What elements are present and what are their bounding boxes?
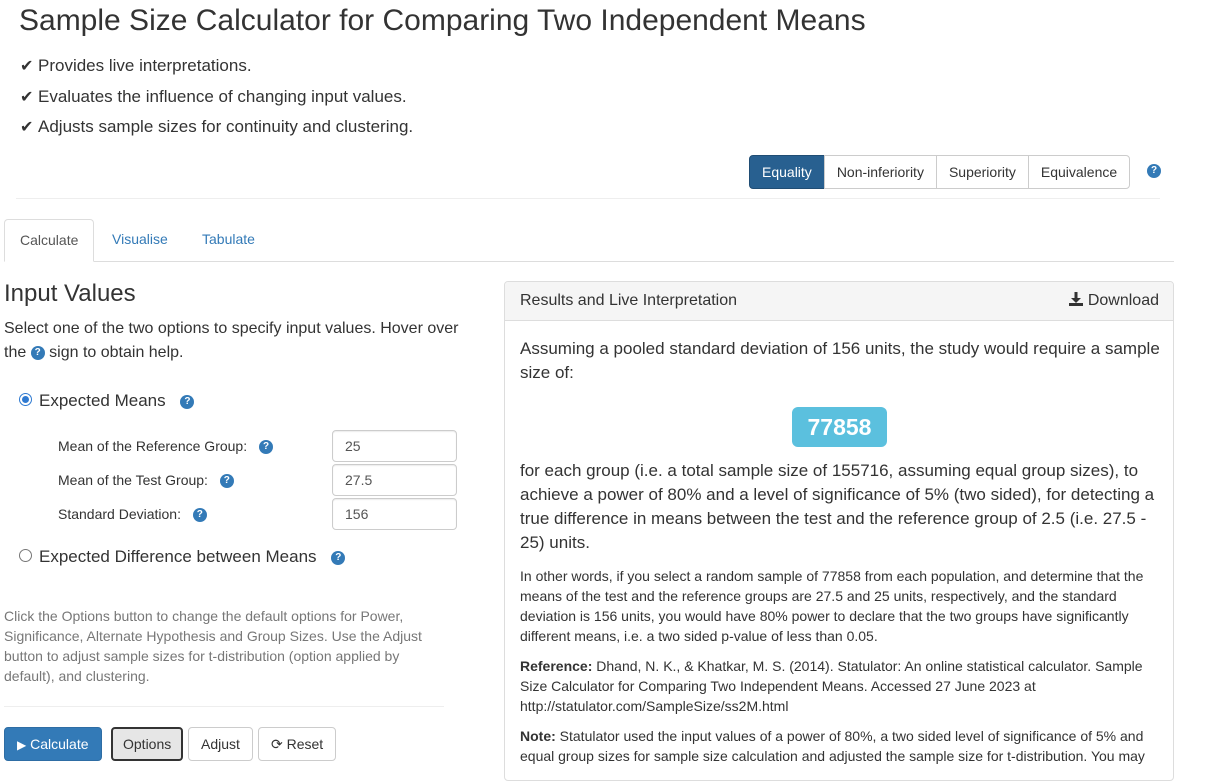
adjust-button[interactable]: Adjust: [188, 727, 253, 761]
feature-item: ✔ Provides live interpretations.: [20, 51, 413, 82]
results-panel-header: Results and Live Interpretation Download: [505, 282, 1173, 321]
radio-icon[interactable]: [19, 549, 32, 563]
feature-item: ✔ Adjusts sample sizes for continuity and…: [20, 112, 413, 143]
results-other-words: In other words, if you select a random s…: [520, 568, 1144, 644]
tab-calculate[interactable]: Calculate: [4, 219, 95, 262]
tab-tabulate[interactable]: Tabulate: [187, 219, 270, 260]
options-button[interactable]: Options: [111, 727, 184, 761]
reset-button[interactable]: ⟳ Reset: [258, 727, 337, 761]
results-reference: Reference: Dhand, N. K., & Khatkar, M. S…: [520, 656, 1160, 716]
download-label: Download: [1087, 292, 1159, 309]
check-icon: ✔: [20, 58, 34, 75]
feature-text: Evaluates the influence of changing inpu…: [38, 86, 407, 106]
download-icon: [1069, 292, 1084, 306]
sample-size-badge: 77858: [792, 407, 887, 447]
input-instructions: Select one of the two options to specify…: [4, 317, 474, 365]
play-icon: ▶: [17, 738, 27, 752]
results-title: Results and Live Interpretation: [520, 292, 738, 309]
expected-means-label: Expected Means: [39, 391, 166, 410]
feature-item: ✔ Evaluates the influence of changing inp…: [20, 82, 413, 113]
reference-label: Reference:: [520, 658, 593, 674]
download-button[interactable]: Download: [1069, 292, 1159, 310]
results-intro: Assuming a pooled standard deviation of …: [520, 339, 1160, 382]
test-mean-label-text: Mean of the Test Group:: [58, 472, 208, 488]
expected-difference-label: Expected Difference between Means: [39, 547, 317, 566]
divider: [16, 198, 1160, 199]
help-icon[interactable]: ?: [331, 550, 346, 565]
test-mean-label: Mean of the Test Group: ?: [58, 472, 234, 489]
results-interpretation: for each group (i.e. a total sample size…: [520, 461, 1155, 552]
test-mean-input[interactable]: [332, 464, 457, 496]
standard-deviation-input[interactable]: [332, 498, 457, 530]
standard-deviation-label-text: Standard Deviation:: [58, 506, 181, 522]
note-text: Statulator used the input values of a po…: [520, 728, 1145, 764]
equality-button[interactable]: Equality: [749, 155, 825, 189]
radio-icon[interactable]: [19, 393, 32, 407]
help-icon: ?: [30, 345, 45, 360]
instructions-text-end: sign to obtain help.: [49, 344, 184, 361]
help-icon[interactable]: ?: [192, 508, 207, 523]
help-icon[interactable]: ?: [180, 394, 195, 409]
check-icon: ✔: [20, 119, 34, 136]
input-values-title: Input Values: [4, 280, 136, 307]
help-icon[interactable]: ?: [1147, 164, 1161, 178]
results-panel: Results and Live Interpretation Download…: [504, 281, 1174, 781]
feature-text: Provides live interpretations.: [38, 56, 252, 75]
help-icon[interactable]: ?: [259, 440, 273, 455]
reference-mean-label: Mean of the Reference Group: ?: [58, 438, 273, 455]
refresh-icon: ⟳: [271, 736, 283, 752]
hypothesis-type-group: Equality Non-inferiority Superiority Equ…: [749, 155, 1131, 189]
expected-means-option[interactable]: Expected Means ?: [19, 391, 195, 411]
tab-bar: Calculate Visualise Tabulate: [4, 219, 1174, 262]
note-label: Note:: [520, 728, 556, 744]
reference-text: Dhand, N. K., & Khatkar, M. S. (2014). S…: [520, 658, 1143, 714]
expected-difference-option[interactable]: Expected Difference between Means ?: [19, 547, 346, 567]
calculate-button[interactable]: ▶ Calculate: [4, 727, 102, 761]
feature-list: ✔ Provides live interpretations. ✔ Evaluat…: [20, 51, 413, 143]
calculate-label: Calculate: [30, 736, 89, 752]
tab-visualise[interactable]: Visualise: [97, 219, 183, 260]
standard-deviation-label: Standard Deviation: ?: [58, 506, 207, 523]
equivalence-button[interactable]: Equivalence: [1027, 155, 1131, 189]
options-help-text: Click the Options button to change the d…: [4, 608, 422, 684]
non-inferiority-button[interactable]: Non-inferiority: [823, 155, 937, 189]
page-title: Sample Size Calculator for Comparing Two…: [19, 4, 866, 37]
reference-mean-input[interactable]: [332, 430, 457, 462]
superiority-button[interactable]: Superiority: [935, 155, 1029, 189]
results-note: Note: Statulator used the input values o…: [520, 726, 1160, 766]
reference-mean-label-text: Mean of the Reference Group:: [58, 438, 248, 454]
feature-text: Adjusts sample sizes for continuity and …: [38, 117, 414, 136]
help-icon[interactable]: ?: [219, 474, 234, 489]
divider: [4, 706, 444, 707]
check-icon: ✔: [20, 88, 34, 106]
reset-label: Reset: [286, 736, 324, 752]
